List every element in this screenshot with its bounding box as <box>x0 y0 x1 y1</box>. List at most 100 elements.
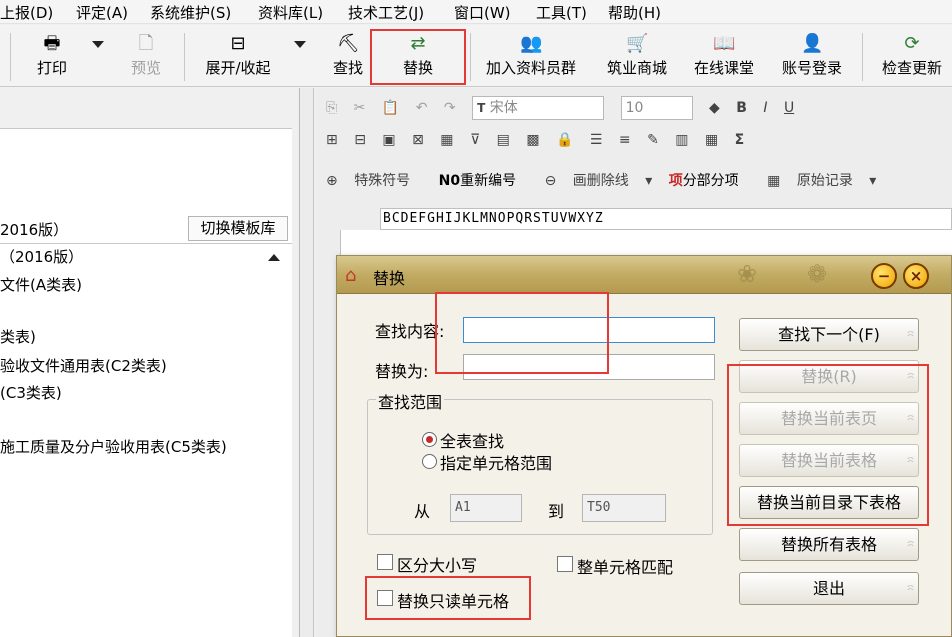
tree-item[interactable]: 验收文件通用表(C2类表) <box>0 355 167 376</box>
buttons-highlight-box <box>727 364 929 526</box>
to-input[interactable]: T50 <box>582 494 666 522</box>
find-next-button[interactable]: 查找下一个(F)ꩰ <box>739 318 919 351</box>
lock-icon[interactable]: 🔒 <box>556 132 573 148</box>
original-record-label: 原始记录 <box>796 173 853 189</box>
online-class-button[interactable]: 📖 在线课堂 <box>686 29 762 85</box>
preview-icon: 🗋 <box>138 33 154 54</box>
mall-button[interactable]: 🛒 筑业商城 <box>598 29 676 85</box>
tree-item[interactable]: （2016版） <box>0 246 83 267</box>
switch-template-button[interactable]: 切换模板库 <box>188 216 288 241</box>
readonly-highlight-box <box>365 576 531 620</box>
filter-icon[interactable]: ⊽ <box>470 132 480 148</box>
insert-col-icon[interactable]: ⊟ <box>354 132 366 148</box>
from-label: 从 <box>414 502 431 521</box>
cut-icon[interactable]: ✂ <box>354 100 366 116</box>
check-update-button[interactable]: ⟳ 检查更新 <box>874 29 950 85</box>
subitems-button[interactable]: 项分部分项 <box>669 173 751 189</box>
undo-icon[interactable]: ↶ <box>416 100 428 116</box>
scope-all-radio[interactable] <box>422 432 437 447</box>
sum-button[interactable]: Σ <box>735 132 745 148</box>
menu-tech[interactable]: 技术工艺(J) <box>348 2 424 23</box>
menu-report[interactable]: 上报(D) <box>0 2 53 23</box>
minimize-button[interactable]: − <box>871 263 897 289</box>
replace-dialog: ⌂ 替换 ❀ ❁ − × 查找内容: 替换为: 查找范围 全表查找 指定单元格范… <box>336 255 952 637</box>
paste-icon[interactable]: 📋 <box>382 100 399 116</box>
tree-item[interactable]: 类表) <box>0 326 36 347</box>
font-size-select[interactable]: 10 <box>620 96 693 120</box>
copy-icon[interactable]: ⎘ <box>326 100 337 116</box>
renumber-button[interactable]: N0重新编号 <box>439 173 528 189</box>
search-scope-group: 查找范围 全表查找 指定单元格范围 从 A1 到 T50 <box>367 389 713 535</box>
expand-dropdown-arrow[interactable] <box>294 41 306 48</box>
insert-row-icon[interactable]: ⊞ <box>326 132 338 148</box>
italic-button[interactable]: I <box>763 100 767 116</box>
binoculars-icon: ⛏ <box>337 33 360 54</box>
cart-icon: 🛒 <box>626 33 649 54</box>
menu-window[interactable]: 窗口(W) <box>454 2 511 23</box>
format-painter-icon[interactable]: ✎ <box>647 132 659 148</box>
subitems-label: 分部分项 <box>682 173 739 189</box>
grid-icon[interactable]: ▤ <box>497 132 510 148</box>
scroll-up-arrow[interactable] <box>268 254 280 261</box>
decor-ornament: ❀ <box>737 260 758 288</box>
underline-button[interactable]: U <box>784 100 794 116</box>
from-input[interactable]: A1 <box>450 494 522 522</box>
scope-range-radio[interactable] <box>422 454 437 469</box>
dialog-title: 替换 <box>373 269 406 288</box>
bold-button[interactable]: B <box>736 100 747 116</box>
dialog-title-bar[interactable]: ⌂ 替换 ❀ ❁ − × <box>337 256 951 294</box>
replace-with-label: 替换为: <box>375 362 429 381</box>
image-icon[interactable]: ▩ <box>526 132 539 148</box>
split-icon[interactable]: ⊠ <box>412 132 424 148</box>
format-toolbar-1: ⎘ ✂ 📋 ↶ ↷ T 宋体 10 ◆ B I U <box>326 96 806 126</box>
scope-legend: 查找范围 <box>376 389 445 413</box>
menu-tools[interactable]: 工具(T) <box>536 2 587 23</box>
to-label: 到 <box>548 502 565 521</box>
menu-library[interactable]: 资料库(L) <box>258 2 323 23</box>
renumber-label: 重新编号 <box>460 173 517 189</box>
print-dropdown-arrow[interactable] <box>92 41 104 48</box>
exit-button[interactable]: 退出ꩰ <box>739 572 919 605</box>
printer-icon: 🖶 <box>43 33 61 54</box>
special-char-button[interactable]: ⊕ 特殊符号 <box>326 173 422 189</box>
tree-item[interactable]: 文件(A类表) <box>0 274 82 295</box>
join-group-button[interactable]: 👥 加入资料员群 <box>474 29 588 85</box>
replace-highlight-box <box>370 29 466 85</box>
table-icon[interactable]: ▦ <box>440 132 453 148</box>
tree-item[interactable]: (C3类表) <box>0 382 62 403</box>
print-button[interactable]: 🖶 打印 <box>30 29 74 85</box>
tree-item[interactable]: 施工质量及分户验收用表(C5类表) <box>0 436 227 457</box>
menu-maintenance[interactable]: 系统维护(S) <box>150 2 231 23</box>
find-button[interactable]: ⛏ 查找 <box>328 29 368 85</box>
menu-evaluate[interactable]: 评定(A) <box>76 2 128 23</box>
refresh-icon: ⟳ <box>904 33 920 54</box>
border-icon[interactable]: ▥ <box>675 132 688 148</box>
menu-help[interactable]: 帮助(H) <box>608 2 661 23</box>
decor-ornament: ❁ <box>807 260 828 288</box>
login-button[interactable]: 👤 账号登录 <box>774 29 850 85</box>
whole-cell-checkbox[interactable] <box>557 556 573 572</box>
merge-icon[interactable]: ▣ <box>382 132 395 148</box>
original-record-button[interactable]: ▦ 原始记录 ▾ <box>767 173 876 189</box>
preview-button[interactable]: 🗋 预览 <box>124 29 168 85</box>
user-icon: 👤 <box>801 33 824 54</box>
calc-icon[interactable]: ▦ <box>705 132 718 148</box>
case-sensitive-checkbox[interactable] <box>377 554 393 570</box>
subitems-icon: 项 <box>668 173 683 189</box>
strikethrough-button[interactable]: ⊖ 画删除线 ▾ <box>545 173 653 189</box>
indent-icon[interactable]: ≡ <box>619 132 631 148</box>
replace-all-button[interactable]: 替换所有表格ꩰ <box>739 528 919 561</box>
collapse-icon: ⊟ <box>230 33 246 54</box>
exit-label: 退出 <box>812 579 845 598</box>
fill-color-icon[interactable]: ◆ <box>709 100 720 116</box>
font-name-select[interactable]: T 宋体 <box>472 96 605 120</box>
line-spacing-icon[interactable]: ☰ <box>590 132 603 148</box>
redo-icon[interactable]: ↷ <box>444 100 456 116</box>
expand-collapse-button[interactable]: ⊟ 展开/收起 <box>196 29 280 85</box>
template-bar: 2016版） 切换模板库 <box>0 214 292 244</box>
record-icon: ▦ <box>767 173 781 189</box>
close-button[interactable]: × <box>903 263 929 289</box>
main-toolbar: 🖶 打印 🗋 预览 ⊟ 展开/收起 ⛏ 查找 ⇄ 替换 👥 加入资料员群 🛒 筑… <box>0 25 952 87</box>
panel-splitter[interactable] <box>300 88 314 637</box>
special-char-icon: ⊕ <box>326 173 338 189</box>
